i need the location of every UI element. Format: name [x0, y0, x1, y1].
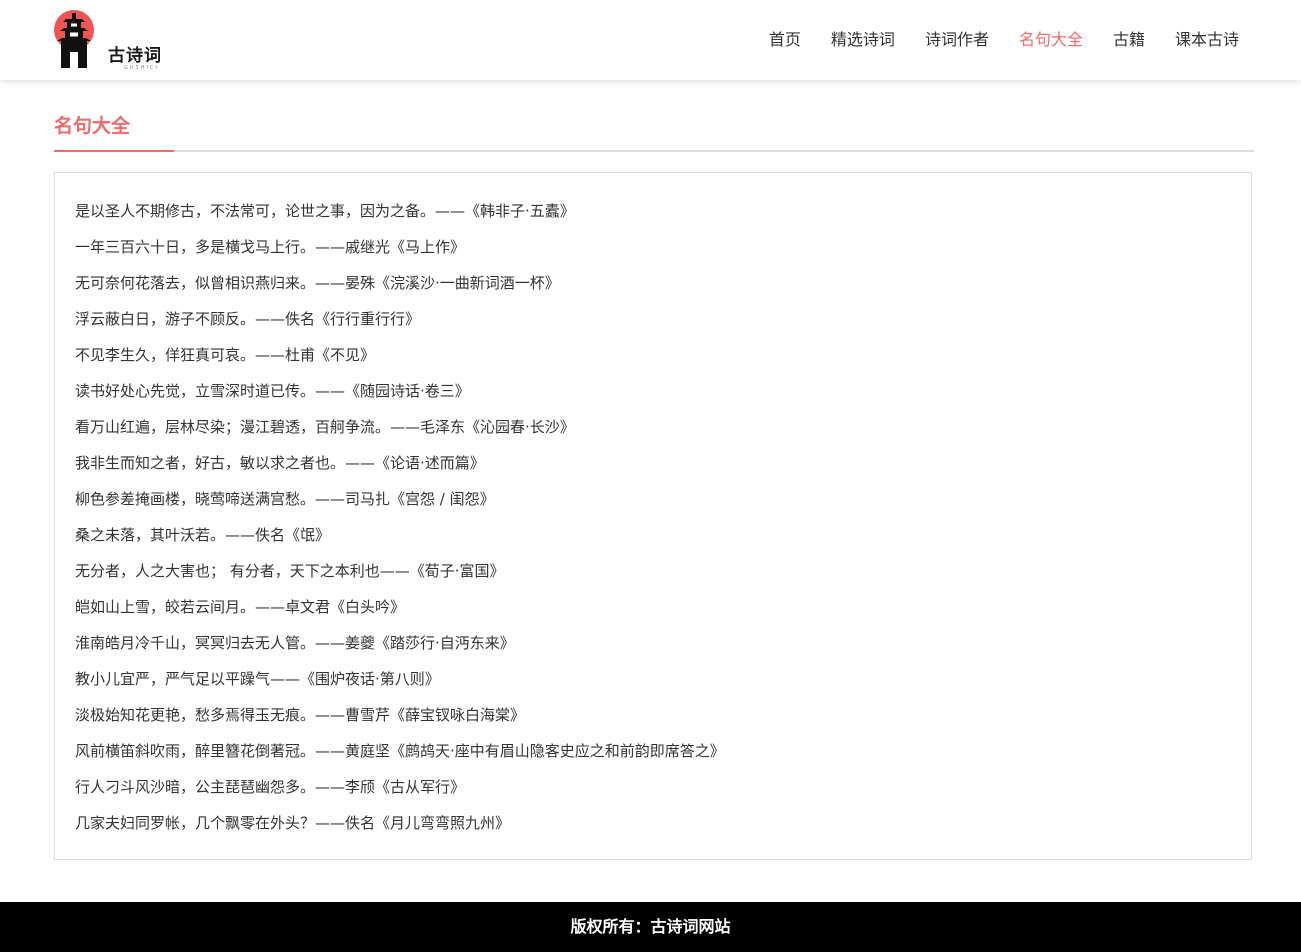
logo-text: 古诗词 — [108, 46, 162, 66]
logo-subtext: GUSHICI — [124, 65, 159, 71]
quote-item[interactable]: 淡极始知花更艳，愁多焉得玉无痕。——曹雪芹《薛宝钗咏白海棠》 — [75, 697, 1251, 733]
quote-item[interactable]: 教小儿宜严，严气足以平躁气——《围炉夜话·第八则》 — [75, 661, 1251, 697]
quote-item[interactable]: 无可奈何花落去，似曾相识燕归来。——晏殊《浣溪沙·一曲新词酒一杯》 — [75, 265, 1251, 301]
site-logo[interactable]: 古诗词 GUSHICI — [54, 10, 184, 72]
nav-textbook-poems[interactable]: 课本古诗 — [1175, 29, 1239, 51]
nav-poets[interactable]: 诗词作者 — [925, 29, 989, 51]
quote-item[interactable]: 行人刁斗风沙暗，公主琵琶幽怨多。——李颀《古从军行》 — [75, 769, 1251, 805]
quote-item[interactable]: 看万山红遍，层林尽染；漫江碧透，百舸争流。——毛泽东《沁园春·长沙》 — [75, 409, 1251, 445]
nav-ancient-books[interactable]: 古籍 — [1113, 29, 1145, 51]
quote-item[interactable]: 浮云蔽白日，游子不顾反。——佚名《行行重行行》 — [75, 301, 1251, 337]
quotes-panel: 是以圣人不期修古，不法常可，论世之事，因为之备。——《韩非子·五蠹》 一年三百六… — [54, 172, 1252, 860]
main-nav: 首页 精选诗词 诗词作者 名句大全 古籍 课本古诗 — [739, 29, 1239, 51]
quote-item[interactable]: 几家夫妇同罗帐，几个飘零在外头？——佚名《月儿弯弯照九州》 — [75, 805, 1251, 841]
quote-item[interactable]: 一年三百六十日，多是横戈马上行。——戚继光《马上作》 — [75, 229, 1251, 265]
nav-famous-quotes[interactable]: 名句大全 — [1019, 29, 1083, 51]
nav-selected-poems[interactable]: 精选诗词 — [831, 29, 895, 51]
quote-item[interactable]: 无分者，人之大害也； 有分者，天下之本利也——《荀子·富国》 — [75, 553, 1251, 589]
quote-item[interactable]: 读书好处心先觉，立雪深时道已传。——《随园诗话·卷三》 — [75, 373, 1251, 409]
page: 古诗词 GUSHICI 首页 精选诗词 诗词作者 名句大全 古籍 课本古诗 名句… — [0, 0, 1301, 952]
quote-item[interactable]: 桑之未落，其叶沃若。——佚名《氓》 — [75, 517, 1251, 553]
quote-item[interactable]: 是以圣人不期修古，不法常可，论世之事，因为之备。——《韩非子·五蠹》 — [75, 193, 1251, 229]
page-title: 名句大全 — [54, 115, 131, 137]
site-header: 古诗词 GUSHICI 首页 精选诗词 诗词作者 名句大全 古籍 课本古诗 — [0, 0, 1301, 80]
quote-item[interactable]: 我非生而知之者，好古，敏以求之者也。——《论语·述而篇》 — [75, 445, 1251, 481]
quotes-list: 是以圣人不期修古，不法常可，论世之事，因为之备。——《韩非子·五蠹》 一年三百六… — [55, 173, 1251, 841]
quote-item[interactable]: 柳色参差掩画楼，晓莺啼送满宫愁。——司马扎《宫怨 / 闺怨》 — [75, 481, 1251, 517]
quote-item[interactable]: 不见李生久，佯狂真可哀。——杜甫《不见》 — [75, 337, 1251, 373]
title-divider — [54, 150, 1254, 152]
site-footer: 版权所有：古诗词网站 — [0, 902, 1301, 952]
title-divider-accent — [54, 150, 174, 152]
pagoda-logo-icon — [54, 10, 94, 68]
quote-item[interactable]: 淮南皓月冷千山，冥冥归去无人管。——姜夔《踏莎行·自沔东来》 — [75, 625, 1251, 661]
nav-home[interactable]: 首页 — [769, 29, 801, 51]
quote-item[interactable]: 风前横笛斜吹雨，醉里簪花倒著冠。——黄庭坚《鹧鸪天·座中有眉山隐客史应之和前韵即… — [75, 733, 1251, 769]
footer-copyright: 版权所有：古诗词网站 — [570, 917, 731, 936]
quote-item[interactable]: 皑如山上雪，皎若云间月。——卓文君《白头吟》 — [75, 589, 1251, 625]
